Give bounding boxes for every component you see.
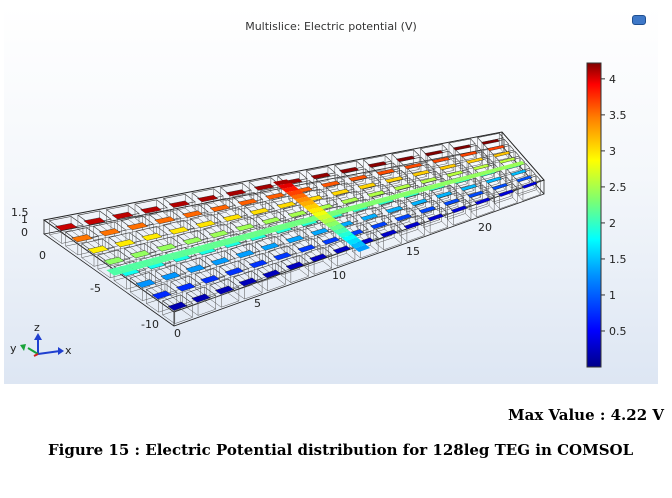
potential-plate <box>521 181 538 189</box>
potential-plate <box>424 150 444 157</box>
colorbar-ticks: 4 3.5 3 2.5 2 1.5 1 0.5 <box>601 73 627 338</box>
x-tick-label: 0 <box>174 327 181 340</box>
triad-z-label: z <box>34 321 40 334</box>
x-tick-label: 5 <box>254 297 261 310</box>
potential-plate <box>103 256 125 266</box>
cell-bottom <box>185 300 217 316</box>
potential-plate <box>435 191 453 199</box>
potential-plate <box>481 138 500 145</box>
potential-plate <box>175 282 196 292</box>
cell-bottom <box>470 205 495 218</box>
potential-plate <box>297 244 316 253</box>
cell-bottom <box>399 229 426 242</box>
potential-plate <box>151 290 172 300</box>
potential-plate <box>126 222 149 231</box>
leg-cell <box>419 144 448 169</box>
potential-plate <box>111 211 134 220</box>
colorbar-tick-label: 0.5 <box>609 325 627 338</box>
cell-bottom <box>446 213 472 226</box>
x-tick-label: 15 <box>406 245 420 258</box>
colorbar-tick-label: 2.5 <box>609 181 627 194</box>
potential-plate <box>287 210 308 218</box>
colorbar-tick-label: 2 <box>609 217 616 230</box>
cell-bottom <box>494 197 518 210</box>
leg-cell <box>233 270 263 300</box>
y-tick-label: -10 <box>141 318 159 331</box>
potential-plate <box>214 285 235 295</box>
leg-cell <box>391 149 420 175</box>
cell-bottom <box>209 292 240 308</box>
potential-plate <box>472 163 490 171</box>
potential-plate <box>285 235 305 244</box>
potential-plate <box>83 217 106 226</box>
leg-cell <box>244 201 275 228</box>
axis-orientation-triad: z x y <box>10 321 72 357</box>
potential-plate <box>265 192 286 200</box>
potential-plate <box>443 198 461 206</box>
potential-plate <box>135 279 157 288</box>
potential-plate <box>191 293 211 303</box>
y-tick-label: 0 <box>39 249 46 262</box>
potential-plate <box>167 301 188 311</box>
leg-cell <box>343 168 373 194</box>
figure-caption: Figure 15 : Electric Potential distribut… <box>48 441 634 459</box>
multislice-3d-plot[interactable]: 0 5 10 15 20 0 -5 -10 1.5 1 0 z x y <box>4 6 658 384</box>
cell-bottom <box>423 221 449 234</box>
z-tick-label: 0 <box>21 226 28 239</box>
potential-plate <box>370 221 388 230</box>
colorbar-tick-label: 1.5 <box>609 253 627 266</box>
x-tick-label: 20 <box>478 221 492 234</box>
colorbar-gradient <box>586 62 602 368</box>
potential-plate <box>237 198 259 206</box>
potential-plate <box>160 271 181 281</box>
plot-viewport[interactable]: Multislice: Electric potential (V) 0 5 1… <box>4 6 658 384</box>
potential-plate <box>276 201 297 209</box>
potential-plate <box>321 236 340 245</box>
potential-plate <box>486 145 506 152</box>
potential-plate <box>225 189 247 197</box>
cell-bottom <box>304 260 333 275</box>
potential-plate <box>253 183 275 191</box>
potential-plate <box>141 232 163 241</box>
potential-plate <box>54 223 78 231</box>
potential-plate <box>450 205 468 214</box>
x-tick-label: 10 <box>332 269 346 282</box>
potential-plate <box>515 175 533 183</box>
colorbar-tick-label: 1 <box>609 289 616 302</box>
potential-plate <box>465 157 484 164</box>
leg-cell <box>325 182 355 209</box>
z-tick-label: 1 <box>21 213 28 226</box>
colorbar-tick-label: 3.5 <box>609 109 627 122</box>
colorbar: 4 3.5 3 2.5 2 1.5 1 0.5 <box>586 62 627 368</box>
leg-cell <box>231 192 264 219</box>
potential-plate <box>452 144 472 151</box>
potential-plate <box>474 197 491 205</box>
triad-y-label: y <box>10 342 17 355</box>
potential-plate <box>380 229 398 238</box>
y-tick-label: -5 <box>90 282 101 295</box>
colorbar-tick-label: 4 <box>609 73 616 86</box>
potential-plate <box>395 155 416 162</box>
colorbar-tick-label: 3 <box>609 145 616 158</box>
triad-x-label: x <box>65 344 72 357</box>
max-value-annotation: Max Value : 4.22 V <box>508 406 664 424</box>
